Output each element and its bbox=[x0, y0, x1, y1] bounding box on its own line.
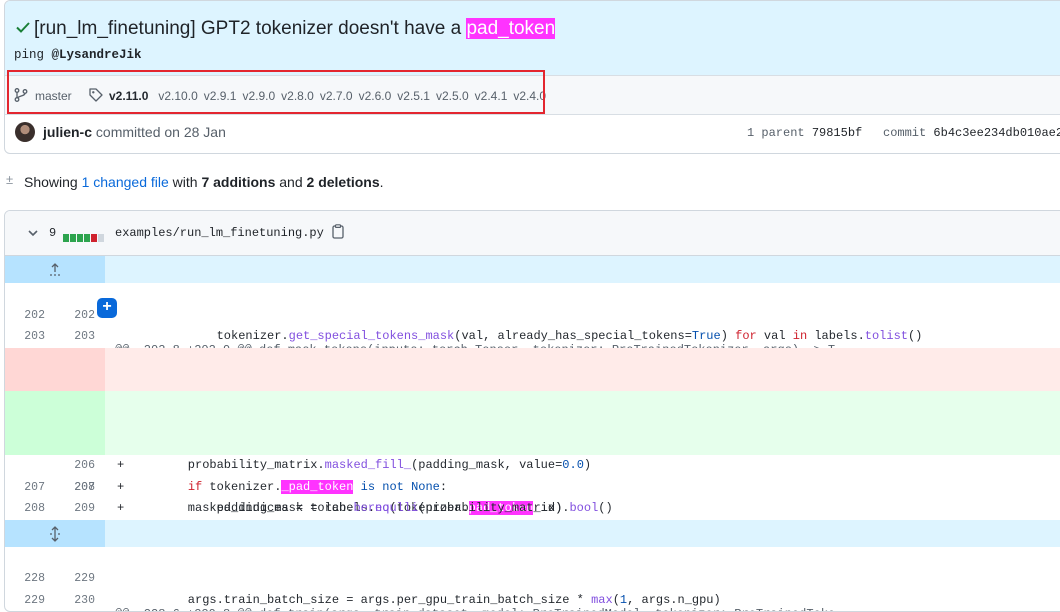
parent-sha-link[interactable]: 79815bf bbox=[812, 126, 862, 140]
hunk-header: @@ -202,8 +202,9 @@ def mask_tokens(inpu… bbox=[5, 256, 1060, 283]
summary-text: and bbox=[275, 174, 306, 190]
author-link[interactable]: julien-c bbox=[43, 124, 92, 140]
diffstat-block bbox=[70, 234, 76, 242]
check-icon bbox=[15, 19, 31, 35]
added-line: 207 + probability_matrix.masked_fill_(pa… bbox=[5, 434, 1060, 456]
diff-lines: @@ -202,8 +202,9 @@ def mask_tokens(inpu… bbox=[5, 256, 1060, 590]
summary-text: with bbox=[169, 174, 202, 190]
avatar[interactable] bbox=[15, 122, 35, 142]
deleted-line: 205 - padding_mask = labels.eq(tokenizer… bbox=[5, 348, 1060, 370]
commit-title-highlight: pad_token bbox=[466, 18, 555, 39]
code-line: 209210 bbox=[5, 498, 1060, 520]
additions-count: 7 additions bbox=[201, 174, 275, 190]
commit-sha-info: commit 6b4c3ee234db010ae2... bbox=[883, 126, 1060, 140]
code-line: 208209 labels[~masked_indices] = -100 # … bbox=[5, 477, 1060, 499]
commit-label: commit bbox=[883, 126, 926, 140]
commit-sha: 6b4c3ee234db010ae2... bbox=[933, 126, 1060, 140]
mention-link[interactable]: @LysandreJik bbox=[52, 48, 142, 62]
hunk-header: @@ -228,6 +229,8 @@ def train(args, trai… bbox=[5, 520, 1060, 547]
file-path-link[interactable]: examples/run_lm_finetuning.py bbox=[115, 226, 324, 240]
parent-info: 1 parent 79815bf bbox=[747, 126, 862, 140]
diffstat-block bbox=[63, 234, 69, 242]
deletions-count: 2 deletions bbox=[307, 174, 380, 190]
old-line-number[interactable]: 229 bbox=[4, 590, 45, 612]
expand-both-icon[interactable] bbox=[47, 526, 63, 542]
code-line: 204204 probability_matrix.masked_fill_(t… bbox=[5, 326, 1060, 348]
new-line-number[interactable]: 230 bbox=[51, 590, 95, 612]
diffstat-block bbox=[84, 234, 90, 242]
diffstat-block bbox=[98, 234, 104, 242]
diff-summary: Showing 1 changed file with 7 additions … bbox=[24, 174, 384, 190]
commit-desc-text: ping bbox=[14, 48, 52, 62]
commit-title-area: [run_lm_finetuning] GPT2 tokenizer doesn… bbox=[5, 1, 1060, 75]
code-line: 203203 + ] bbox=[5, 305, 1060, 327]
chevron-down-icon[interactable] bbox=[27, 227, 39, 239]
commit-title-text: [run_lm_finetuning] GPT2 tokenizer doesn… bbox=[34, 18, 466, 39]
diffstat-block bbox=[77, 234, 83, 242]
diffstat-bar bbox=[63, 229, 105, 237]
code-line: 228229 args.train_batch_size = args.per_… bbox=[5, 547, 1060, 569]
diffstat-block bbox=[91, 234, 97, 242]
file-diff: 9 examples/run_lm_finetuning.py @@ -202,… bbox=[4, 210, 1060, 612]
commit-author-line: julien-c committed on 28 Jan bbox=[43, 124, 226, 140]
deleted-line: 206 - probability_matrix.masked_fill_(pa… bbox=[5, 369, 1060, 391]
committed-date: committed on 28 Jan bbox=[92, 124, 226, 140]
file-header: 9 examples/run_lm_finetuning.py bbox=[5, 211, 1060, 256]
copy-icon[interactable] bbox=[331, 224, 345, 240]
parent-label: 1 parent bbox=[747, 126, 805, 140]
add-comment-button[interactable]: + bbox=[97, 298, 117, 318]
added-line: 206 + padding_mask = labels.eq(tokenizer… bbox=[5, 412, 1060, 434]
summary-text: Showing bbox=[24, 174, 82, 190]
summary-text: . bbox=[380, 174, 384, 190]
diff-icon: ± bbox=[6, 172, 13, 187]
changed-files-link[interactable]: 1 changed file bbox=[82, 174, 169, 190]
code-line: 207208 masked_indices = torch.bernoulli(… bbox=[5, 455, 1060, 477]
code-line: 229230 bbox=[5, 568, 1060, 590]
change-count: 9 bbox=[49, 226, 56, 240]
added-line: 205 + if tokenizer._pad_token is not Non… bbox=[5, 391, 1060, 413]
expand-up-icon[interactable] bbox=[47, 262, 63, 278]
commit-description: ping @LysandreJik bbox=[14, 48, 142, 62]
code-line: 202202 tokenizer.get_special_tokens_mask… bbox=[5, 283, 1060, 305]
commit-title: [run_lm_finetuning] GPT2 tokenizer doesn… bbox=[34, 17, 555, 41]
annotation-highlight-box bbox=[7, 70, 545, 114]
